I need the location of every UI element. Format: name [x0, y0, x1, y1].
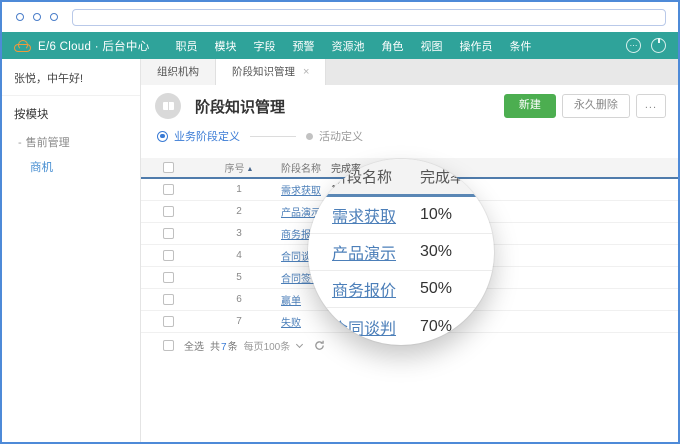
stage-link[interactable]: 失败 — [281, 318, 301, 329]
row-checkbox[interactable] — [163, 250, 174, 261]
toggle-connector-line — [250, 136, 296, 137]
user-greeting: 张悦，中午好! — [2, 59, 140, 96]
lens-row: 商务报价 50% — [308, 271, 494, 308]
header-actions: 新建 永久删除 ... — [504, 94, 666, 117]
navbar-right-icons: ⋯ — [626, 38, 666, 53]
lens-rate-value: 10% — [420, 206, 452, 224]
power-line-glyph — [658, 37, 660, 43]
sidebar-group-label: 售前管理 — [26, 137, 70, 149]
window-control-icon[interactable] — [33, 13, 41, 21]
row-checkbox[interactable] — [163, 272, 174, 283]
refresh-icon[interactable] — [314, 340, 325, 351]
lens-rate-value: 50% — [420, 280, 452, 298]
per-page-select[interactable]: 每页100条 — [244, 338, 291, 353]
collapse-marker-icon: - — [18, 137, 22, 149]
main-panel: 组织机构 阶段知识管理 × 阶段知识管理 新建 永久删除 ... — [141, 59, 678, 442]
browser-titlebar — [2, 2, 678, 32]
nav-item-alert[interactable]: 预警 — [293, 38, 315, 54]
select-all-checkbox[interactable] — [163, 162, 174, 173]
window-controls — [16, 13, 58, 21]
body-row: 张悦，中午好! 按模块 -售前管理 商机 组织机构 阶段知识管理 × — [2, 59, 678, 442]
main-menu: 职员 模块 字段 预警 资源池 角色 视图 操作员 条件 — [176, 38, 626, 54]
nav-item-operator[interactable]: 操作员 — [460, 38, 493, 54]
tab-organization[interactable]: 组织机构 — [141, 59, 216, 85]
lens-stage-link: 产品演示 — [332, 240, 420, 264]
sidebar-item-opportunity[interactable]: 商机 — [2, 154, 140, 179]
brand-title: E/6 Cloud · 后台中心 — [38, 38, 150, 54]
row-index: 2 — [197, 206, 281, 217]
tab-label: 阶段知识管理 — [232, 59, 295, 85]
page-content: 阶段知识管理 新建 永久删除 ... 业务阶段定义 活动定义 — [141, 85, 678, 442]
nav-item-field[interactable]: 字段 — [254, 38, 276, 54]
page-title: 阶段知识管理 — [195, 96, 504, 117]
row-checkbox[interactable] — [163, 206, 174, 217]
tab-stage-knowledge[interactable]: 阶段知识管理 × — [216, 59, 326, 85]
book-icon — [155, 93, 181, 119]
nav-item-view[interactable]: 视图 — [421, 38, 443, 54]
sidebar-section-title: 按模块 — [2, 96, 140, 128]
magnifier-lens: 阶段名称 完成率 需求获取 10% 产品演示 30% 商务报价 50% — [308, 159, 494, 345]
nav-item-resource-pool[interactable]: 资源池 — [332, 38, 365, 54]
lens-row: 需求获取 10% — [308, 197, 494, 234]
lens-stage-link: 商务报价 — [332, 277, 420, 301]
create-button[interactable]: 新建 — [504, 94, 556, 117]
tab-label: 组织机构 — [157, 59, 199, 85]
permanent-delete-button[interactable]: 永久删除 — [562, 94, 630, 117]
row-index: 4 — [197, 250, 281, 261]
row-index: 5 — [197, 272, 281, 283]
total-count-text: 共7条 — [210, 338, 238, 353]
footer-select-all-checkbox[interactable] — [163, 340, 174, 351]
stage-link[interactable]: 需求获取 — [281, 186, 321, 197]
sort-asc-icon[interactable]: ▲ — [247, 166, 254, 173]
header-stage-name[interactable]: 阶段名称 — [281, 160, 331, 175]
row-index: 3 — [197, 228, 281, 239]
row-checkbox[interactable] — [163, 228, 174, 239]
select-all-label[interactable]: 全选 — [184, 338, 204, 353]
tab-bar: 组织机构 阶段知识管理 × — [141, 59, 678, 85]
app-window: E/6 Cloud · 后台中心 职员 模块 字段 预警 资源池 角色 视图 操… — [0, 0, 680, 444]
row-index: 1 — [197, 184, 281, 195]
row-index: 7 — [197, 316, 281, 327]
lens-rate-value: 30% — [420, 243, 452, 261]
row-checkbox[interactable] — [163, 184, 174, 195]
window-control-icon[interactable] — [50, 13, 58, 21]
more-actions-button[interactable]: ... — [636, 94, 666, 117]
nav-item-staff[interactable]: 职员 — [176, 38, 198, 54]
toggle-business-stage[interactable]: 业务阶段定义 — [174, 128, 240, 144]
nav-item-condition[interactable]: 条件 — [510, 38, 532, 54]
more-options-icon[interactable]: ⋯ — [626, 38, 641, 53]
window-control-icon[interactable] — [16, 13, 24, 21]
toggle-activity[interactable]: 活动定义 — [319, 128, 363, 144]
lens-stage-link: 需求获取 — [332, 203, 420, 227]
lens-row: 产品演示 30% — [308, 234, 494, 271]
row-index: 6 — [197, 294, 281, 305]
page-header: 阶段知识管理 新建 永久删除 ... — [141, 85, 678, 127]
radio-selected-icon[interactable] — [157, 131, 168, 142]
sidebar-group-presales[interactable]: -售前管理 — [2, 128, 140, 154]
top-navbar: E/6 Cloud · 后台中心 职员 模块 字段 预警 资源池 角色 视图 操… — [2, 32, 678, 59]
power-icon[interactable] — [651, 38, 666, 53]
row-checkbox[interactable] — [163, 316, 174, 327]
close-icon[interactable]: × — [303, 59, 309, 85]
url-bar[interactable] — [72, 9, 666, 26]
sidebar: 张悦，中午好! 按模块 -售前管理 商机 — [2, 59, 141, 442]
definition-toggle: 业务阶段定义 活动定义 — [141, 127, 678, 151]
ellipsis-glyph: ⋯ — [630, 42, 638, 50]
cloud-logo-icon — [14, 44, 31, 52]
radio-unselected-icon[interactable] — [306, 133, 313, 140]
nav-item-module[interactable]: 模块 — [215, 38, 237, 54]
nav-item-role[interactable]: 角色 — [382, 38, 404, 54]
row-checkbox[interactable] — [163, 294, 174, 305]
header-index[interactable]: 序号▲ — [197, 160, 281, 175]
stage-link[interactable]: 赢单 — [281, 296, 301, 307]
chevron-down-icon[interactable] — [296, 340, 303, 347]
